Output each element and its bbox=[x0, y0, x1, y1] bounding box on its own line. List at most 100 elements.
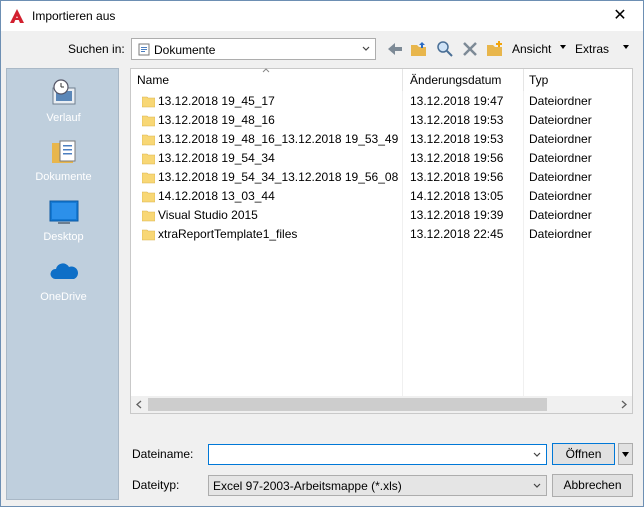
file-date: 13.12.2018 19:47 bbox=[410, 94, 504, 108]
file-type: Dateiordner bbox=[529, 208, 592, 222]
horizontal-scrollbar[interactable] bbox=[131, 396, 632, 413]
file-name: 13.12.2018 19_54_34 bbox=[158, 151, 275, 165]
file-date: 13.12.2018 19:53 bbox=[410, 132, 504, 146]
file-type: Dateiordner bbox=[529, 132, 592, 146]
file-type: Dateiordner bbox=[529, 227, 592, 241]
view-menu[interactable]: Ansicht bbox=[512, 42, 551, 56]
chevron-down-icon[interactable] bbox=[533, 451, 541, 459]
scroll-left-icon[interactable] bbox=[136, 400, 142, 409]
new-folder-icon[interactable] bbox=[486, 40, 504, 58]
column-header-date-label: Änderungsdatum bbox=[410, 73, 502, 87]
folder-icon bbox=[142, 191, 155, 203]
onedrive-icon bbox=[49, 263, 78, 279]
filetype-dropdown[interactable]: Excel 97-2003-Arbeitsmappe (*.xls) bbox=[208, 475, 547, 496]
file-name: 13.12.2018 19_48_16 bbox=[158, 113, 275, 127]
folder-icon bbox=[142, 115, 155, 127]
column-divider[interactable] bbox=[402, 69, 403, 91]
desktop-icon bbox=[49, 200, 78, 224]
file-name: xtraReportTemplate1_files bbox=[158, 227, 298, 241]
file-row[interactable]: 13.12.2018 19_54_34_13.12.2018 19_56_08 1… bbox=[131, 168, 611, 187]
file-row[interactable]: Visual Studio 2015 13.12.2018 19:39 Dateio… bbox=[131, 206, 611, 225]
column-header-name-label: Name bbox=[137, 73, 170, 87]
sort-ascending-icon bbox=[262, 68, 270, 73]
file-row[interactable]: 13.12.2018 19_54_34 13.12.2018 19:56 Datei… bbox=[131, 149, 611, 168]
file-name: 13.12.2018 19_54_34_13.12.2018 19_56_08 bbox=[158, 170, 399, 184]
file-type: Dateiordner bbox=[529, 151, 592, 165]
look-in-value: Dokumente bbox=[154, 43, 216, 57]
file-name: 13.12.2018 19_45_17 bbox=[158, 94, 275, 108]
filename-label: Dateiname: bbox=[132, 447, 194, 461]
folder-icon bbox=[142, 96, 155, 108]
documents-small-icon bbox=[138, 43, 150, 56]
autocad-app-icon bbox=[10, 9, 24, 23]
folder-icon bbox=[142, 172, 155, 184]
look-in-label: Suchen in: bbox=[68, 42, 125, 56]
view-dropdown-arrow-icon[interactable] bbox=[560, 45, 566, 49]
file-row[interactable]: 13.12.2018 19_48_16 13.12.2018 19:53 Datei… bbox=[131, 111, 611, 130]
file-date: 13.12.2018 19:56 bbox=[410, 151, 504, 165]
cancel-button[interactable]: Abbrechen bbox=[552, 474, 633, 497]
window-title: Importieren aus bbox=[32, 9, 116, 23]
tools-dropdown-arrow-icon[interactable] bbox=[623, 45, 629, 49]
file-name: 13.12.2018 19_48_16_13.12.2018 19_53_49 bbox=[158, 132, 399, 146]
chevron-down-icon bbox=[533, 483, 541, 488]
look-in-dropdown[interactable]: Dokumente bbox=[131, 38, 376, 60]
file-type: Dateiordner bbox=[529, 113, 592, 127]
file-date: 13.12.2018 19:56 bbox=[410, 170, 504, 184]
place-history-label: Verlauf bbox=[46, 112, 81, 124]
folder-icon bbox=[142, 229, 155, 241]
file-date: 13.12.2018 19:39 bbox=[410, 208, 504, 222]
folder-icon bbox=[142, 210, 155, 222]
documents-icon bbox=[51, 140, 75, 163]
filetype-label: Dateityp: bbox=[132, 478, 180, 492]
place-desktop-label: Desktop bbox=[43, 231, 84, 243]
search-web-icon[interactable] bbox=[436, 40, 454, 58]
cancel-button-label: Abbrechen bbox=[563, 478, 622, 492]
column-header-date[interactable]: Änderungsdatum bbox=[404, 69, 522, 91]
place-desktop[interactable]: Desktop bbox=[7, 197, 120, 243]
folder-up-icon[interactable] bbox=[410, 40, 428, 58]
file-type: Dateiordner bbox=[529, 94, 592, 108]
title-bar: Importieren aus ✕ bbox=[1, 1, 643, 31]
vertical-scroll-area bbox=[615, 69, 632, 397]
open-button[interactable]: Öffnen bbox=[552, 443, 615, 465]
column-header-type-label: Typ bbox=[529, 73, 549, 87]
file-type: Dateiordner bbox=[529, 170, 592, 184]
file-type: Dateiordner bbox=[529, 189, 592, 203]
file-date: 13.12.2018 19:53 bbox=[410, 113, 504, 127]
back-icon[interactable] bbox=[386, 40, 404, 58]
open-options-button[interactable] bbox=[618, 443, 633, 465]
file-row[interactable]: xtraReportTemplate1_files 13.12.2018 22:4… bbox=[131, 225, 611, 244]
place-history[interactable]: Verlauf bbox=[7, 78, 120, 124]
folder-icon bbox=[142, 153, 155, 165]
scroll-right-icon[interactable] bbox=[621, 400, 627, 409]
place-onedrive-label: OneDrive bbox=[40, 291, 87, 303]
folder-icon bbox=[142, 134, 155, 146]
close-button[interactable]: ✕ bbox=[597, 1, 643, 31]
column-header-name[interactable]: Name bbox=[131, 68, 399, 91]
place-documents[interactable]: Dokumente bbox=[7, 137, 120, 183]
filetype-value: Excel 97-2003-Arbeitsmappe (*.xls) bbox=[213, 479, 402, 493]
dropdown-arrow-icon bbox=[622, 452, 629, 457]
file-row[interactable]: 14.12.2018 13_03_44 14.12.2018 13:05 Datei… bbox=[131, 187, 611, 206]
places-sidebar: Verlauf Dokumente Desktop OneDrive bbox=[6, 68, 119, 500]
filename-input[interactable] bbox=[211, 446, 521, 462]
delete-icon[interactable] bbox=[461, 40, 479, 58]
file-row[interactable]: 13.12.2018 19_48_16_13.12.2018 19_53_49 1… bbox=[131, 130, 611, 149]
file-date: 14.12.2018 13:05 bbox=[410, 189, 504, 203]
file-date: 13.12.2018 22:45 bbox=[410, 227, 504, 241]
history-icon bbox=[52, 79, 75, 105]
place-documents-label: Dokumente bbox=[35, 171, 92, 183]
tools-menu[interactable]: Extras bbox=[575, 42, 609, 56]
file-list[interactable]: Name Änderungsdatum Typ 13.12.2018 19_45… bbox=[130, 68, 633, 414]
open-button-label: Öffnen bbox=[565, 447, 602, 461]
horizontal-scroll-thumb[interactable] bbox=[148, 398, 547, 411]
column-header-type[interactable]: Typ bbox=[523, 69, 613, 91]
file-name: 14.12.2018 13_03_44 bbox=[158, 189, 275, 203]
place-onedrive[interactable]: OneDrive bbox=[7, 257, 120, 303]
file-name: Visual Studio 2015 bbox=[158, 208, 258, 222]
chevron-down-icon bbox=[362, 46, 370, 51]
filename-combo[interactable] bbox=[208, 444, 547, 465]
close-icon: ✕ bbox=[613, 7, 627, 24]
file-row[interactable]: 13.12.2018 19_45_17 13.12.2018 19:47 Datei… bbox=[131, 92, 611, 111]
